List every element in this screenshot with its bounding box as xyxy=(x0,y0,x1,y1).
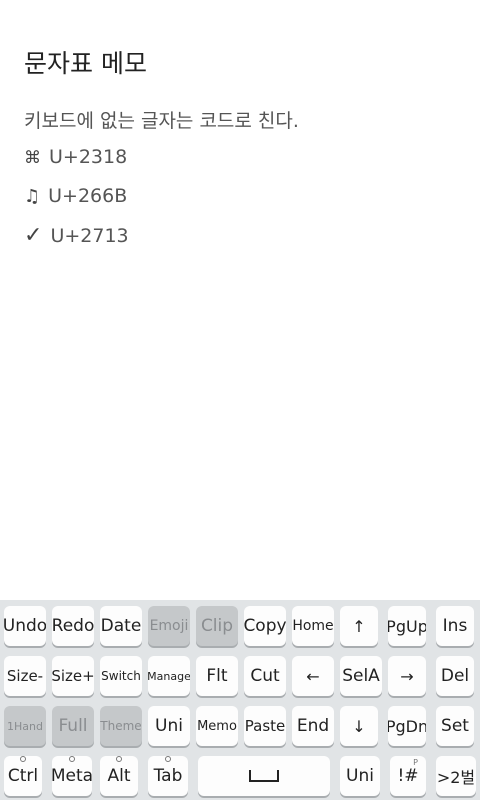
delete-key[interactable]: Del xyxy=(436,656,474,696)
end-key[interactable]: End xyxy=(292,706,334,746)
onscreen-keyboard: Undo Redo Date Emoji Clip Copy Home ↑ Pg… xyxy=(0,600,480,800)
theme-key[interactable]: Theme xyxy=(100,706,142,746)
memo-title: 문자표 메모 xyxy=(24,49,147,78)
settings-key[interactable]: Set xyxy=(436,706,474,746)
symbol-key-label: !# xyxy=(397,766,419,786)
emoji-key[interactable]: Emoji xyxy=(148,606,190,646)
ctrl-key-label: Ctrl xyxy=(7,766,39,786)
entry-code: U+266B xyxy=(48,185,128,207)
entry-code: U+2318 xyxy=(49,146,128,168)
meta-key[interactable]: Meta xyxy=(52,756,92,796)
undo-key[interactable]: Undo xyxy=(4,606,46,646)
memo-key[interactable]: Memo xyxy=(196,706,238,746)
music-note-glyph: ♫ xyxy=(24,186,41,207)
checkmark-glyph: ✓ xyxy=(24,223,43,248)
switch-key[interactable]: Switch xyxy=(100,656,142,696)
page-up-key[interactable]: PgUp xyxy=(388,606,426,646)
sticky-modifier-indicator xyxy=(165,756,171,762)
size-increase-key[interactable]: Size+ xyxy=(52,656,94,696)
tab-key[interactable]: Tab xyxy=(148,756,188,796)
cut-key[interactable]: Cut xyxy=(244,656,286,696)
sticky-modifier-indicator xyxy=(20,756,26,762)
redo-key[interactable]: Redo xyxy=(52,606,94,646)
one-hand-key[interactable]: 1Hand xyxy=(4,706,46,746)
memo-subtitle: 키보드에 없는 글자는 코드로 친다. xyxy=(24,110,299,132)
symbol-key-hint: P xyxy=(413,758,418,767)
memo-entry: ⌘ U+2318 xyxy=(24,146,127,168)
ctrl-key[interactable]: Ctrl xyxy=(4,756,42,796)
arrow-up-key[interactable]: ↑ xyxy=(340,606,378,646)
sticky-modifier-indicator xyxy=(69,756,75,762)
memo-entry: ♫ U+266B xyxy=(24,185,127,207)
tab-key-label: Tab xyxy=(153,766,183,786)
paste-key[interactable]: Paste xyxy=(244,706,286,746)
command-symbol-glyph: ⌘ xyxy=(24,148,41,168)
symbol-key[interactable]: P !# xyxy=(390,756,426,796)
space-key[interactable] xyxy=(198,756,330,796)
memo-entry: ✓ U+2713 xyxy=(24,223,129,248)
sticky-modifier-indicator xyxy=(116,756,122,762)
space-bar-icon xyxy=(249,770,279,782)
arrow-down-key[interactable]: ↓ xyxy=(340,706,378,746)
fullscreen-key[interactable]: Full xyxy=(52,706,94,746)
clip-key[interactable]: Clip xyxy=(196,606,238,646)
float-key[interactable]: Flt xyxy=(196,656,238,696)
alt-key[interactable]: Alt xyxy=(100,756,138,796)
alt-key-label: Alt xyxy=(107,766,131,786)
page-down-key[interactable]: PgDn xyxy=(388,706,426,746)
language-switch-key[interactable]: >2벌 xyxy=(436,756,476,796)
manage-key[interactable]: Manage xyxy=(148,656,190,696)
home-key[interactable]: Home xyxy=(292,606,334,646)
arrow-right-key[interactable]: → xyxy=(388,656,426,696)
meta-key-label: Meta xyxy=(52,766,92,786)
unicode-input-key[interactable]: Uni xyxy=(340,756,380,796)
entry-code: U+2713 xyxy=(50,225,129,247)
insert-key[interactable]: Ins xyxy=(436,606,474,646)
arrow-left-key[interactable]: ← xyxy=(292,656,334,696)
date-key[interactable]: Date xyxy=(100,606,142,646)
select-all-key[interactable]: SelA xyxy=(340,656,382,696)
size-decrease-key[interactable]: Size- xyxy=(4,656,46,696)
unicode-key[interactable]: Uni xyxy=(148,706,190,746)
copy-key[interactable]: Copy xyxy=(244,606,286,646)
